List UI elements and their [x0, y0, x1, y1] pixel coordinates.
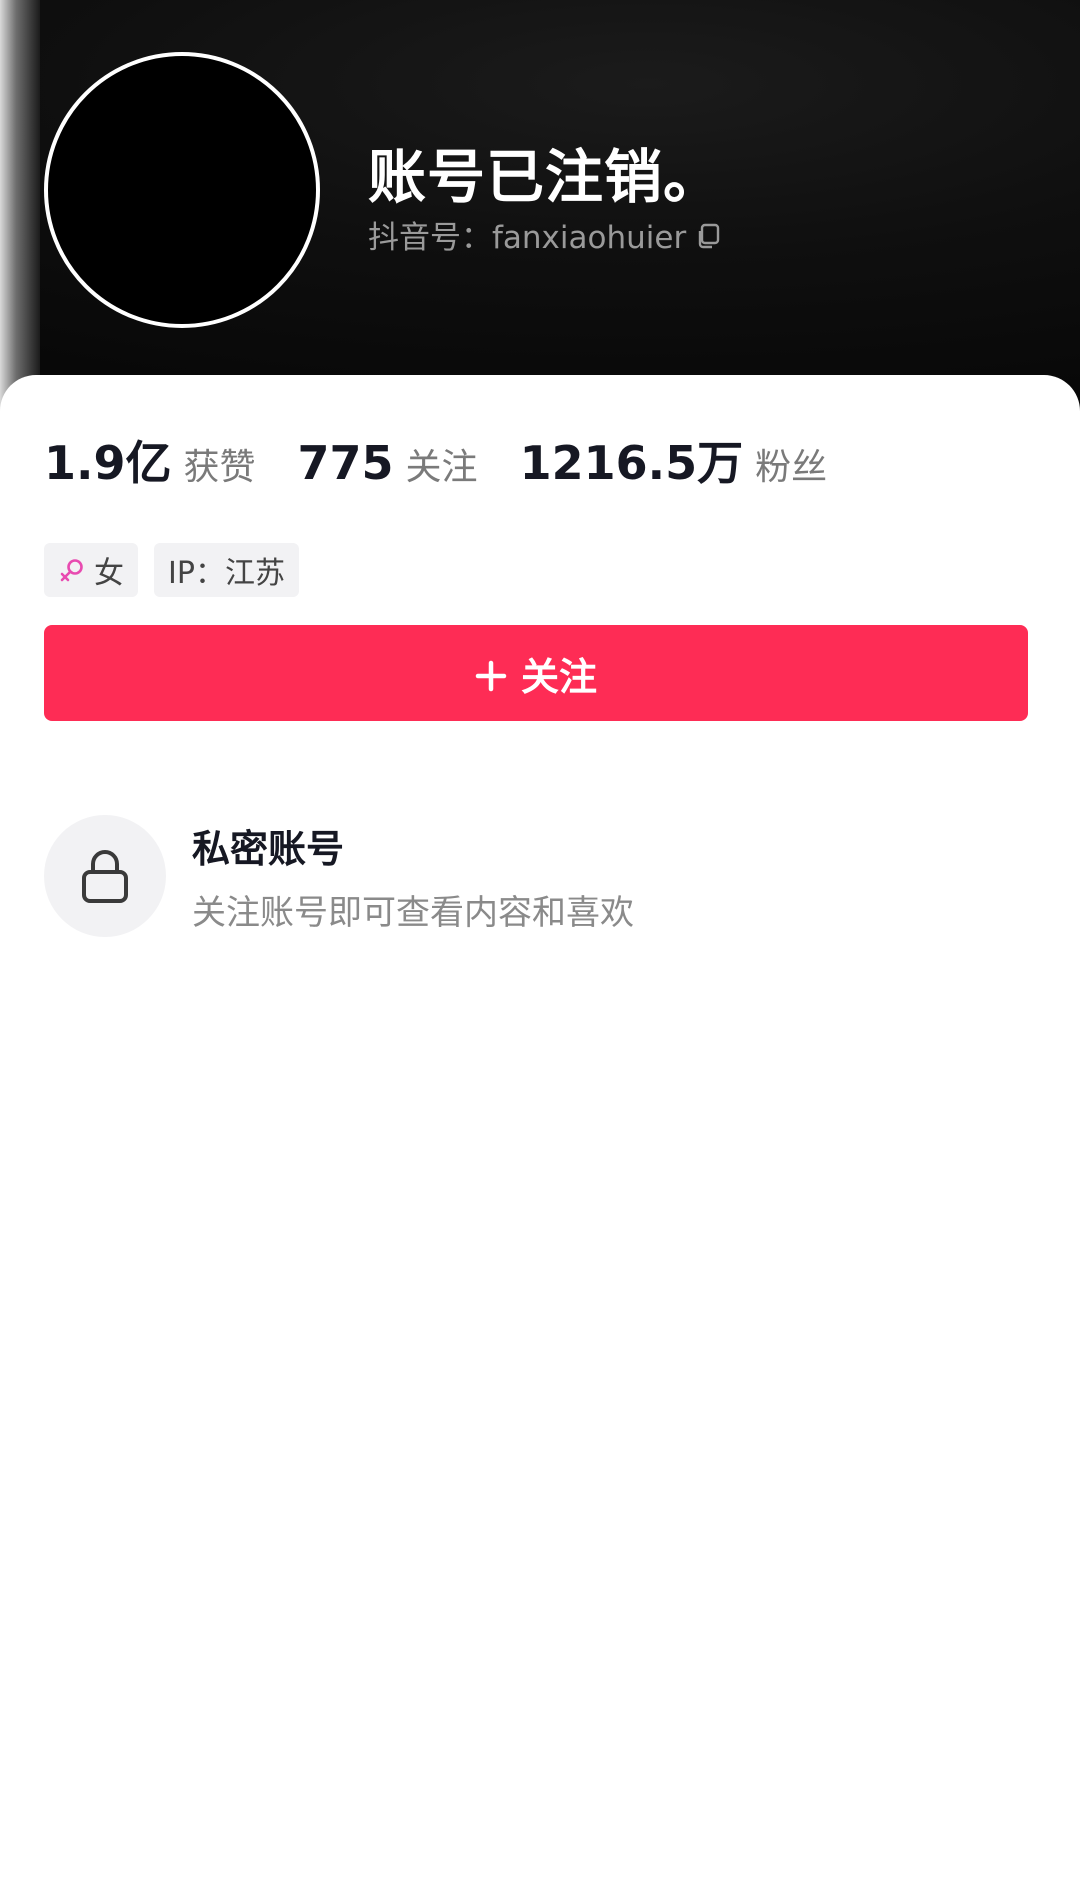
profile-tags: 女 IP：江苏 [44, 543, 299, 597]
gender-tag-label: 女 [94, 556, 124, 591]
profile-page: 账号已注销。 抖音号：fanxiaohuier 1.9亿 获赞 775 关注 1… [0, 0, 1080, 1885]
handle-text: 抖音号：fanxiaohuier [368, 219, 687, 256]
stat-following-label: 关注 [405, 447, 478, 488]
profile-card: 1.9亿 获赞 775 关注 1216.5万 粉丝 女 IP：江苏 关注 私密账… [0, 375, 1080, 1885]
gender-tag: 女 [44, 543, 138, 597]
header-edge-gradient [0, 0, 40, 420]
ip-tag-label: IP：江苏 [168, 556, 285, 591]
stat-following[interactable]: 775 关注 [298, 436, 478, 490]
display-name: 账号已注销。 [368, 143, 723, 211]
avatar[interactable] [44, 52, 320, 328]
stat-followers-value: 1216.5万 [519, 436, 744, 490]
stat-followers-label: 粉丝 [755, 447, 828, 488]
ip-tag: IP：江苏 [154, 543, 299, 597]
stats-row: 1.9亿 获赞 775 关注 1216.5万 粉丝 [44, 427, 869, 493]
lock-badge [44, 815, 166, 937]
stat-likes-value: 1.9亿 [44, 436, 172, 490]
female-icon [58, 556, 86, 584]
lock-icon [82, 850, 128, 903]
private-title: 私密账号 [192, 827, 345, 871]
private-account-notice: 私密账号 关注账号即可查看内容和喜欢 [44, 815, 634, 937]
private-description: 关注账号即可查看内容和喜欢 [192, 893, 634, 933]
private-texts: 私密账号 关注账号即可查看内容和喜欢 [192, 818, 634, 934]
stat-following-value: 775 [297, 436, 394, 490]
profile-header: 账号已注销。 抖音号：fanxiaohuier [0, 0, 1080, 420]
stat-followers[interactable]: 1216.5万 粉丝 [520, 427, 828, 493]
copy-icon[interactable] [696, 221, 722, 249]
follow-button-label: 关注 [520, 654, 597, 699]
stat-likes-label: 获赞 [183, 447, 256, 488]
handle-row[interactable]: 抖音号：fanxiaohuier [368, 214, 722, 256]
stat-likes[interactable]: 1.9亿 获赞 [44, 427, 256, 493]
follow-button[interactable]: 关注 [44, 625, 1028, 721]
plus-icon [475, 657, 507, 692]
